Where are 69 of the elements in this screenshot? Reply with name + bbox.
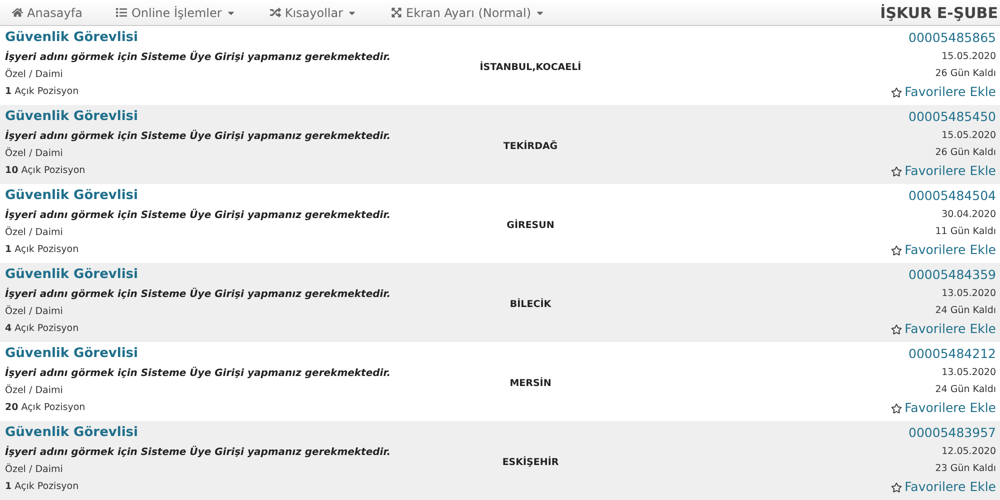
job-title-link[interactable]: Güvenlik Görevlisi [5, 108, 138, 126]
nav-menu-item[interactable]: Ekran Ayarı (Normal) [391, 6, 545, 20]
job-city: TEKİRDAĞ [503, 140, 558, 152]
employment-type: Özel / Daimi [5, 147, 64, 161]
star-icon [890, 86, 902, 98]
listing-number-link[interactable]: 00005484212 [908, 345, 996, 363]
list-icon [116, 7, 128, 18]
site-title: İŞKUR E-ŞUBE [880, 4, 999, 22]
login-notice: İşyeri adını görmek için Sisteme Üye Girişi yapmanız gerekmektedir. [5, 51, 392, 65]
listing-number-link[interactable]: 00005484359 [908, 266, 996, 284]
job-title-link[interactable]: Güvenlik Görevlisi [5, 424, 138, 442]
nav-menu-item[interactable]: Anasayfa [12, 6, 82, 20]
listing-number-link[interactable]: 00005485450 [908, 108, 996, 126]
star-icon [890, 482, 902, 492]
nav-menu-item[interactable]: Online İşlemler [116, 6, 236, 20]
employment-type: Özel / Daimi [5, 226, 64, 240]
job-title-link[interactable]: Güvenlik Görevlisi [5, 345, 138, 363]
star-icon [890, 166, 902, 176]
job-city: BİLECİK [510, 298, 552, 310]
add-to-favorites-link[interactable]: Favorilere Ekle [890, 162, 996, 180]
days-remaining: 23 Gün Kaldı [935, 462, 996, 476]
listing-date: 13.05.2020 [942, 287, 996, 301]
open-positions: 1 Açık Pozisyon [5, 480, 80, 494]
open-positions: 1 Açık Pozisyon [5, 85, 80, 99]
star-icon [890, 324, 902, 334]
job-city: MERSİN [510, 378, 552, 388]
open-positions: 4 Açık Pozisyon [5, 322, 80, 336]
employment-type: Özel / Daimi [5, 68, 64, 82]
days-remaining: 11 Gün Kaldı [935, 225, 996, 239]
days-remaining: 24 Gün Kaldı [935, 304, 996, 318]
days-remaining: 26 Gün Kaldı [935, 146, 996, 160]
listing-number-link[interactable]: 00005484504 [908, 187, 996, 205]
job-title-link[interactable]: Güvenlik Görevlisi [5, 266, 138, 284]
expand-icon [391, 7, 402, 18]
listing-date: 30.04.2020 [942, 208, 996, 222]
listing-date: 12.05.2020 [942, 445, 996, 459]
listing-date: 15.05.2020 [942, 50, 996, 64]
open-positions: 1 Açık Pozisyon [5, 243, 80, 257]
login-notice: İşyeri adını görmek için Sisteme Üye Girişi yapmanız gerekmektedir. [5, 446, 392, 460]
listing-number-link[interactable]: 00005485865 [908, 29, 996, 47]
login-notice: İşyeri adını görmek için Sisteme Üye Girişi yapmanız gerekmektedir. [5, 288, 392, 302]
home-icon [12, 7, 23, 18]
job-title-link[interactable]: Güvenlik Görevlisi [5, 187, 138, 205]
login-notice: İşyeri adını görmek için Sisteme Üye Girişi yapmanız gerekmektedir. [5, 130, 392, 144]
days-remaining: 24 Gün Kaldı [935, 383, 996, 397]
job-city: İSTANBUL,KOCAELİ [480, 62, 582, 72]
add-to-favorites-link[interactable]: Favorilere Ekle [890, 83, 996, 101]
login-notice: İşyeri adını görmek için Sisteme Üye Girişi yapmanız gerekmektedir. [5, 209, 392, 223]
add-to-favorites-link[interactable]: Favorilere Ekle [890, 399, 996, 417]
star-icon [890, 402, 902, 414]
login-notice: İşyeri adını görmek için Sisteme Üye Girişi yapmanız gerekmektedir. [5, 367, 392, 381]
job-title-link[interactable]: Güvenlik Görevlisi [5, 29, 138, 47]
add-to-favorites-link[interactable]: Favorilere Ekle [890, 241, 996, 259]
days-remaining: 26 Gün Kaldı [935, 67, 996, 81]
nav-menu-item[interactable]: Kısayollar [270, 6, 358, 20]
add-to-favorites-link[interactable]: Favorilere Ekle [890, 478, 996, 496]
employment-type: Özel / Daimi [5, 463, 64, 477]
listing-date: 15.05.2020 [942, 129, 996, 143]
shuffle-icon [270, 7, 281, 18]
employment-type: Özel / Daimi [5, 305, 64, 319]
employment-type: Özel / Daimi [5, 384, 64, 398]
job-city: GİRESUN [506, 220, 554, 230]
job-city: ESKİŞEHİR [502, 456, 559, 468]
open-positions: 20 Açık Pozisyon [5, 401, 86, 415]
listing-number-link[interactable]: 00005483957 [908, 424, 996, 442]
star-icon [890, 244, 902, 256]
listing-date: 13.05.2020 [942, 366, 996, 380]
open-positions: 10 Açık Pozisyon [5, 164, 86, 178]
add-to-favorites-link[interactable]: Favorilere Ekle [890, 320, 996, 338]
